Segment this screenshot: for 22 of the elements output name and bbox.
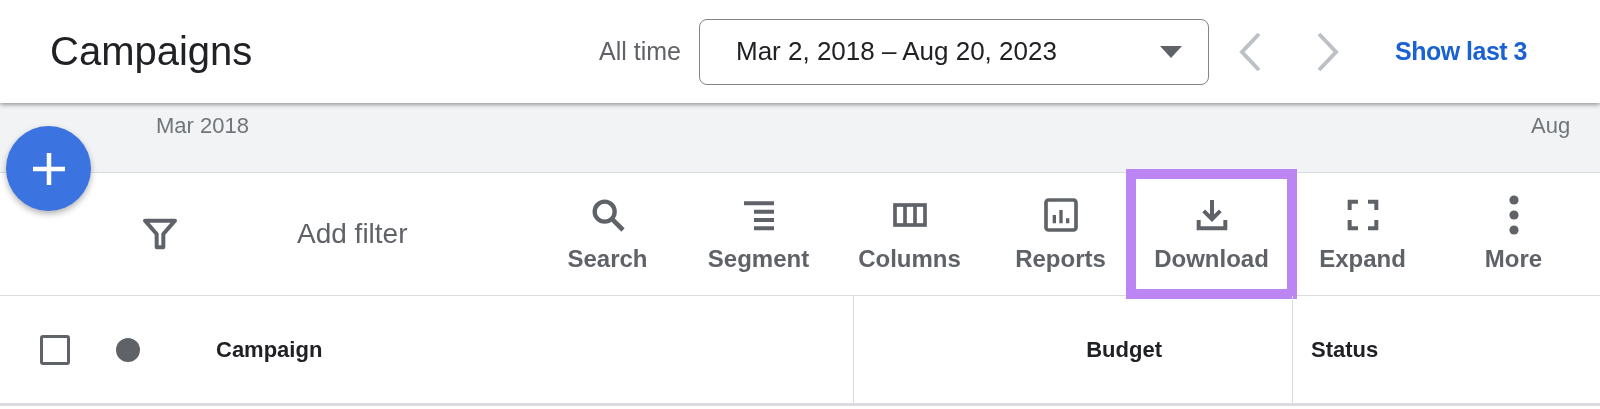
more-icon bbox=[1508, 195, 1519, 235]
status-dot-icon bbox=[115, 336, 141, 363]
select-all-checkbox[interactable] bbox=[40, 334, 70, 365]
column-header[interactable]: Status bbox=[1311, 336, 1379, 363]
toolbar-button[interactable]: Reports bbox=[985, 185, 1136, 283]
timeline-start-label: Mar 2018 bbox=[156, 113, 249, 138]
page-title: Campaigns bbox=[50, 29, 254, 74]
add-filter-button[interactable]: Add filter bbox=[297, 218, 532, 250]
date-range-dropdown[interactable]: Mar 2, 2018 – Aug 20, 2023 bbox=[698, 18, 1209, 85]
toolbar-button[interactable]: Expand bbox=[1287, 185, 1438, 283]
timeline-end-label: Aug bbox=[1531, 113, 1572, 139]
toolbar-button[interactable]: Columns bbox=[834, 185, 985, 283]
plus-icon bbox=[30, 150, 67, 187]
caret-icon bbox=[1159, 45, 1182, 58]
range-label: All time bbox=[599, 37, 681, 66]
toolbar-button[interactable]: Search bbox=[532, 185, 683, 283]
highlighted-toolbar-button[interactable]: Download bbox=[1136, 179, 1287, 289]
column-header[interactable]: Budget bbox=[1086, 336, 1162, 363]
column-header[interactable]: Campaign bbox=[216, 336, 323, 363]
show-last-link[interactable]: Show last 3 bbox=[1394, 37, 1527, 66]
toolbar-button[interactable]: Segment bbox=[683, 185, 834, 283]
toolbar-button[interactable]: More bbox=[1438, 185, 1589, 283]
